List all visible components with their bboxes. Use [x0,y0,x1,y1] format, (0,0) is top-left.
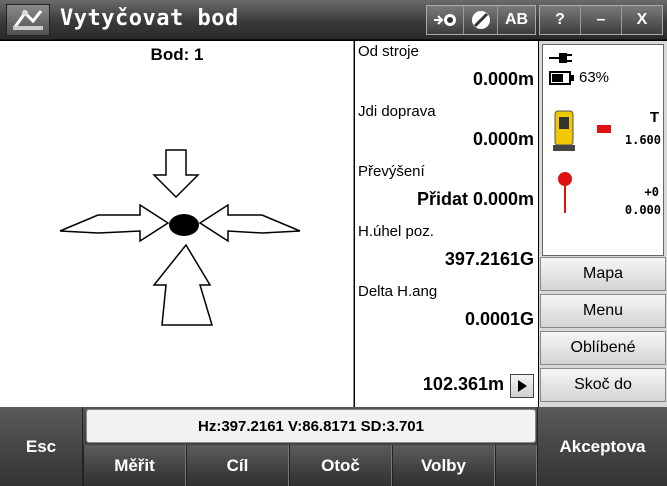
target-point-icon [169,214,199,236]
readout-label-go-right: Jdi doprava [358,103,436,120]
readout-value-go-right: 0.000m [472,129,534,149]
help-button[interactable]: ? [540,6,580,34]
ab-button[interactable]: AB [497,6,535,34]
readout-value-delta-hangle: 0.0001G [464,309,534,329]
readout-label-distance: Od stroje [358,43,419,60]
arrow-up-icon [152,243,214,326]
arrow-down-icon [152,149,200,199]
measurement-status-strip: Hz:397.2161 V:86.8171 SD:3.701 [86,409,536,443]
status-icon-group: AB [426,5,536,35]
stakeout-graphic-panel: Bod: 1 [0,41,354,407]
instrument-letter: T [649,109,659,126]
minimize-button[interactable]: – [580,6,621,34]
play-arrow-button[interactable] [510,374,534,398]
play-icon [518,380,527,392]
arrow-right-icon [59,203,170,243]
battery-icon [549,71,574,85]
softkey-row: Měřit Cíl Otoč Volby [83,445,537,486]
turn-button[interactable]: Otoč [289,445,392,486]
accept-button[interactable]: Akceptova [537,407,667,486]
distance-readout: 102.361m [422,374,504,394]
readout-value-hangle: 397.2161G [444,249,534,269]
status-side-panel: 63% T 1.600 +0 0.000 Mapa Menu Oblíbené … [539,41,667,407]
menu-button[interactable]: Menu [540,294,666,328]
target-button[interactable]: Cíl [186,445,289,486]
readout-label-elevation: Převýšení [358,163,425,180]
total-station-icon [553,110,575,151]
distance-readout-row: 102.361m [355,367,538,407]
esc-button[interactable]: Esc [0,407,83,486]
title-bar: Vytyčovat bod AB ? – X [0,0,667,40]
instrument-signal-bar [597,125,611,133]
laser-pointer-icon[interactable] [427,6,463,34]
trimble-access-icon[interactable] [6,4,50,36]
readout-value-distance: 0.000m [472,69,534,89]
window-controls: ? – X [539,5,663,35]
favorites-button[interactable]: Oblíbené [540,331,666,365]
empty-softkey[interactable] [495,445,537,486]
arrow-left-icon [198,203,301,243]
readout-label-delta-hangle: Delta H.ang [358,283,438,300]
options-button[interactable]: Volby [392,445,495,486]
power-plug-icon [549,53,572,63]
readout-label-hangle: H.úhel poz. [358,223,434,240]
status-box: 63% T 1.600 +0 0.000 [542,44,664,256]
readout-value-elevation: Přidat 0.000m [416,189,534,209]
bottom-command-bar: Esc Hz:397.2161 V:86.8171 SD:3.701 Měřit… [0,407,667,486]
map-button[interactable]: Mapa [540,257,666,291]
instrument-height: 1.600 [624,133,661,147]
target-offset: +0 [644,185,659,199]
window-title: Vytyčovat bod [60,6,239,31]
measure-button[interactable]: Měřit [83,445,186,486]
target-pin-icon [558,172,572,213]
close-button[interactable]: X [621,6,662,34]
target-height: 0.000 [624,203,661,217]
readout-panel: Od stroje 0.000m Jdi doprava 0.000m Přev… [355,41,538,407]
no-entry-icon[interactable] [463,6,497,34]
battery-percent: 63% [579,69,610,86]
jump-to-button[interactable]: Skoč do [540,368,666,402]
stakeout-arrows-graphic [59,149,301,326]
